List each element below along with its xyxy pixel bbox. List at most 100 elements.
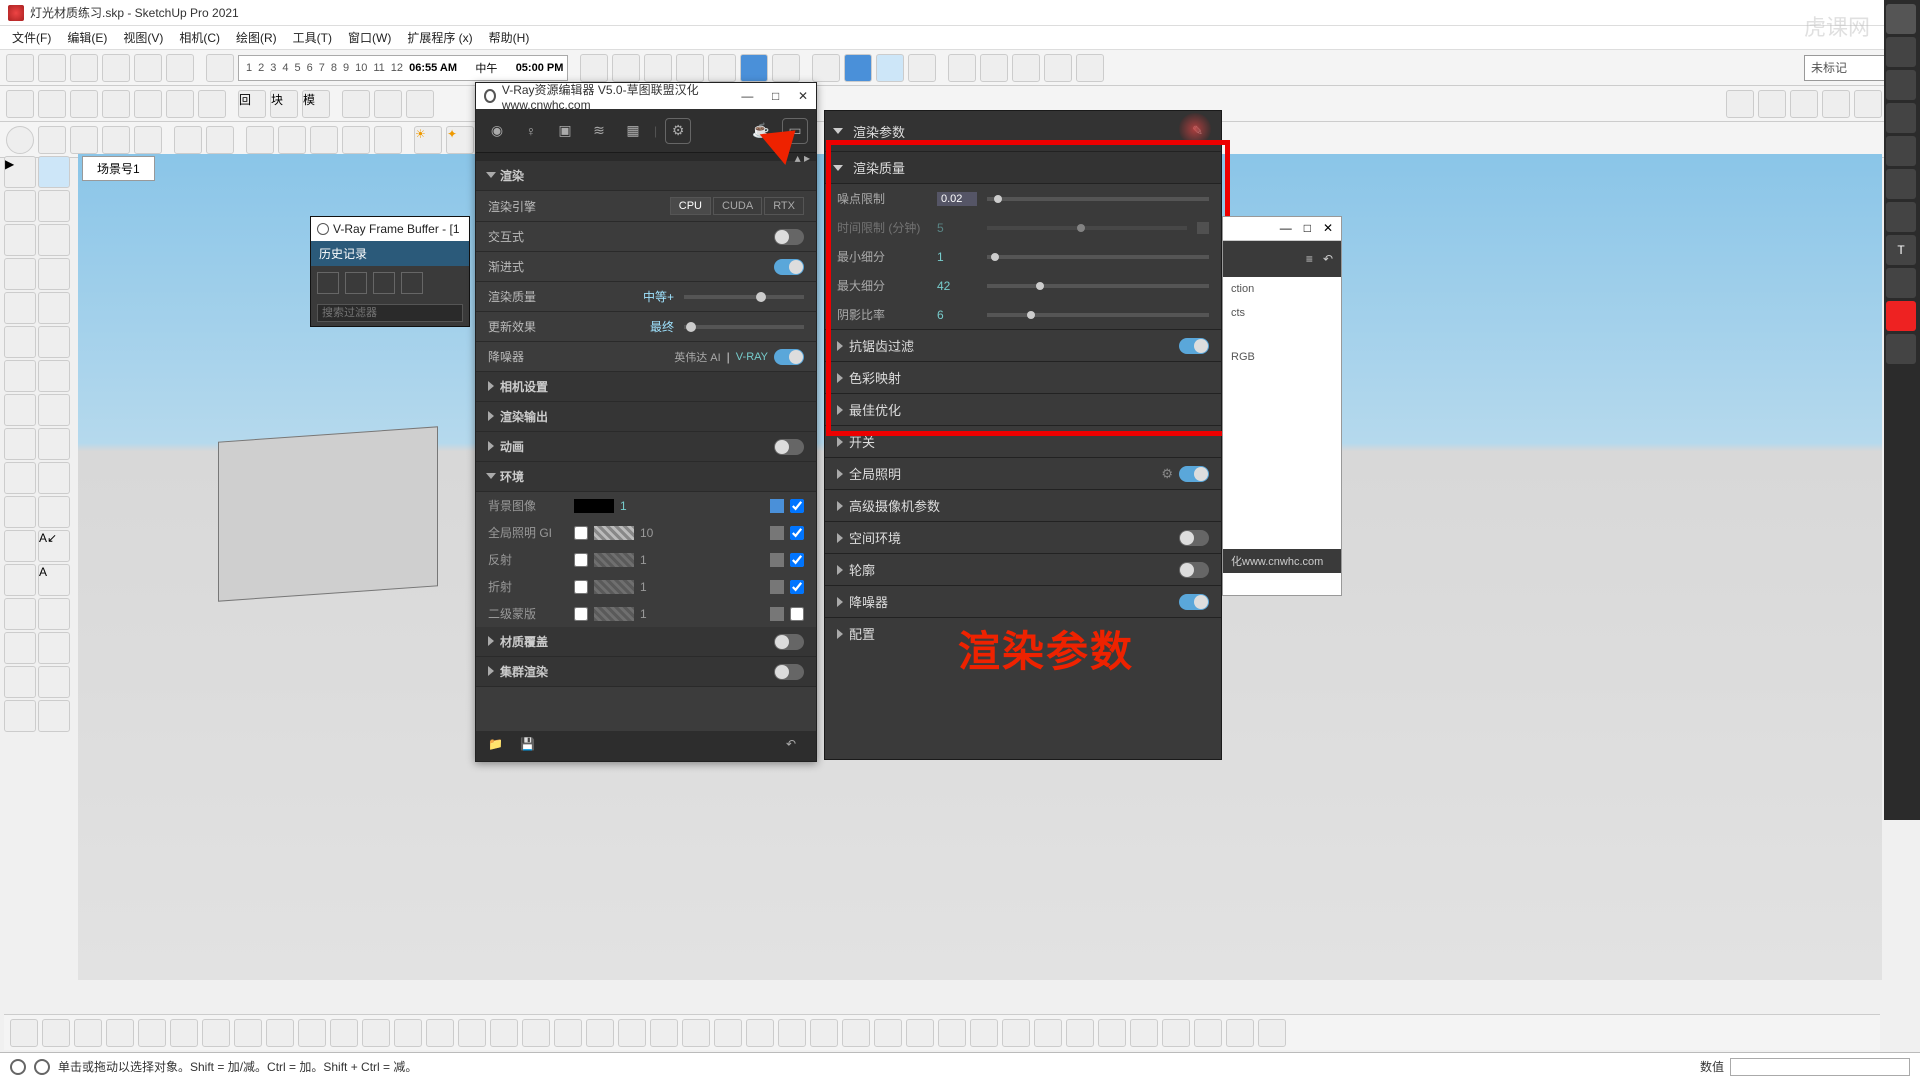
- bt-31[interactable]: [970, 1019, 998, 1047]
- vr-sun[interactable]: ☀: [414, 126, 442, 154]
- tool-open[interactable]: [38, 54, 66, 82]
- bt-1[interactable]: [10, 1019, 38, 1047]
- tex-icon[interactable]: ▦: [620, 118, 646, 144]
- lt-axes[interactable]: [4, 564, 36, 596]
- bt-17[interactable]: [522, 1019, 550, 1047]
- save-icon[interactable]: 💾: [520, 737, 538, 755]
- iso-3[interactable]: [876, 54, 904, 82]
- sect-1[interactable]: [948, 54, 976, 82]
- tool-house[interactable]: [6, 54, 34, 82]
- lt-offset[interactable]: [38, 462, 70, 494]
- rp-quality[interactable]: 渲染质量: [825, 152, 1221, 184]
- bt-20[interactable]: [618, 1019, 646, 1047]
- vr-10[interactable]: [342, 126, 370, 154]
- bt-23[interactable]: [714, 1019, 742, 1047]
- style-7[interactable]: [772, 54, 800, 82]
- menu-tools[interactable]: 工具(T): [285, 27, 340, 48]
- scene-tab[interactable]: 场景号1: [82, 156, 155, 181]
- chk-rf2[interactable]: [790, 553, 804, 567]
- bt-25[interactable]: [778, 1019, 806, 1047]
- style-2[interactable]: [612, 54, 640, 82]
- tgl-progressive[interactable]: [774, 259, 804, 275]
- bt-30[interactable]: [938, 1019, 966, 1047]
- min-icon[interactable]: —: [741, 89, 753, 103]
- bt-24[interactable]: [746, 1019, 774, 1047]
- t2-2[interactable]: [38, 90, 66, 118]
- chk-m1[interactable]: [574, 607, 588, 621]
- lt-arc3[interactable]: [4, 360, 36, 392]
- pencil-icon[interactable]: ✎: [1192, 123, 1203, 139]
- tool-print[interactable]: [166, 54, 194, 82]
- bt-37[interactable]: [1162, 1019, 1190, 1047]
- sect-env[interactable]: 环境: [476, 462, 816, 492]
- lt-rotate[interactable]: [4, 428, 36, 460]
- bt-14[interactable]: [426, 1019, 454, 1047]
- t2-12[interactable]: [1790, 90, 1818, 118]
- bt-32[interactable]: [1002, 1019, 1030, 1047]
- sect-5[interactable]: [1076, 54, 1104, 82]
- vcb-input[interactable]: [1730, 1058, 1910, 1076]
- lt-pan[interactable]: [38, 598, 70, 630]
- lt-pie[interactable]: [38, 360, 70, 392]
- lt-walk[interactable]: [38, 666, 70, 698]
- sect-anim[interactable]: 动画: [476, 432, 816, 462]
- bt-4[interactable]: [106, 1019, 134, 1047]
- chk-gi1[interactable]: [574, 526, 588, 540]
- vfb-i1[interactable]: [317, 272, 339, 294]
- chk-gi2[interactable]: [790, 526, 804, 540]
- rt-7[interactable]: [1886, 268, 1916, 298]
- rt-5[interactable]: [1886, 169, 1916, 199]
- t2-5[interactable]: [134, 90, 162, 118]
- menu-extensions[interactable]: 扩展程序 (x): [399, 27, 480, 48]
- chk-rr2[interactable]: [790, 580, 804, 594]
- t2-4[interactable]: [102, 90, 130, 118]
- tool-new[interactable]: [134, 54, 162, 82]
- sl-quality[interactable]: [684, 295, 804, 299]
- t2-13[interactable]: [1822, 90, 1850, 118]
- lt-erase[interactable]: [38, 190, 70, 222]
- lt-rrect[interactable]: [38, 258, 70, 290]
- lt-prot[interactable]: [4, 530, 36, 562]
- rt-text[interactable]: T: [1886, 235, 1916, 265]
- bt-27[interactable]: [842, 1019, 870, 1047]
- sl-shade[interactable]: [987, 313, 1209, 317]
- rp-gi[interactable]: 全局照明⚙: [825, 457, 1221, 489]
- vr-3[interactable]: [102, 126, 130, 154]
- style-1[interactable]: [580, 54, 608, 82]
- lt-poly[interactable]: [38, 292, 70, 324]
- shadow-timebar[interactable]: 123456789101112 06:55 AM 中午 05:00 PM: [238, 55, 568, 81]
- rp-aa[interactable]: 抗锯齿过滤: [825, 329, 1221, 361]
- lt-comp[interactable]: [38, 156, 70, 188]
- person-icon[interactable]: [34, 1059, 50, 1075]
- rp-advcam[interactable]: 高级摄像机参数: [825, 489, 1221, 521]
- gear-icon[interactable]: ⚙: [665, 118, 691, 144]
- lt-dim[interactable]: [38, 496, 70, 528]
- vr-9[interactable]: [310, 126, 338, 154]
- t2-7[interactable]: [198, 90, 226, 118]
- t2-txt1[interactable]: 回: [238, 90, 266, 118]
- style-5[interactable]: [708, 54, 736, 82]
- style-3[interactable]: [644, 54, 672, 82]
- rp-head[interactable]: 渲染参数 ✎: [825, 111, 1221, 152]
- sl-update[interactable]: [684, 325, 804, 329]
- bt-15[interactable]: [458, 1019, 486, 1047]
- light-icon[interactable]: ♀: [518, 118, 544, 144]
- bt-7[interactable]: [202, 1019, 230, 1047]
- side-panel-peek[interactable]: —□✕ ≡↶ ction cts RGB 化www.cnwhc.com: [1222, 216, 1342, 596]
- lt-rect[interactable]: [4, 258, 36, 290]
- vfb-i2[interactable]: [345, 272, 367, 294]
- rt-arrow[interactable]: [1886, 4, 1916, 34]
- sect-camera[interactable]: 相机设置: [476, 372, 816, 402]
- bt-28[interactable]: [874, 1019, 902, 1047]
- vr-5[interactable]: [174, 126, 202, 154]
- iso-4[interactable]: [908, 54, 936, 82]
- vfb-search[interactable]: [317, 304, 463, 322]
- lt-eye[interactable]: [38, 700, 70, 732]
- chk-rf1[interactable]: [574, 553, 588, 567]
- lt-zwin[interactable]: [38, 632, 70, 664]
- tgl-interactive[interactable]: [774, 229, 804, 245]
- lt-arc2[interactable]: [38, 326, 70, 358]
- chk-rr1[interactable]: [574, 580, 588, 594]
- chk-bg[interactable]: [790, 499, 804, 513]
- tgl-anim[interactable]: [774, 439, 804, 455]
